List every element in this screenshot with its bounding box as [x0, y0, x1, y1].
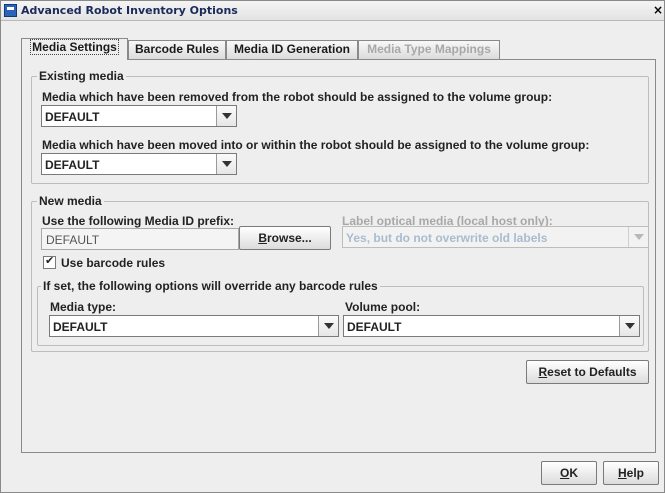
media-id-prefix-value: DEFAULT — [46, 233, 100, 247]
volume-pool-label: Volume pool: — [345, 300, 421, 314]
reset-mnemonic: R — [538, 365, 548, 379]
volume-pool-select[interactable]: DEFAULT — [343, 315, 640, 337]
help-label: elp — [626, 466, 644, 480]
moved-volume-group-value: DEFAULT — [45, 158, 100, 172]
close-icon[interactable]: × — [653, 3, 663, 17]
tab-media-id-generation[interactable]: Media ID Generation — [226, 40, 358, 59]
ok-label: K — [569, 466, 578, 480]
moved-volume-group-select[interactable]: DEFAULT — [41, 153, 237, 175]
app-icon — [4, 4, 17, 17]
ok-mnemonic: O — [559, 466, 570, 480]
override-legend: If set, the following options will overr… — [41, 279, 380, 293]
title-bar[interactable]: Advanced Robot Inventory Options × — [1, 1, 664, 21]
chevron-down-icon — [628, 227, 648, 247]
chevron-down-icon[interactable] — [318, 316, 338, 336]
removed-volume-group-value: DEFAULT — [45, 110, 100, 124]
media-type-label: Media type: — [50, 300, 117, 314]
browse-button[interactable]: Browse... — [239, 226, 331, 250]
window-title: Advanced Robot Inventory Options — [21, 4, 238, 17]
tab-barcode-rules[interactable]: Barcode Rules — [128, 40, 226, 59]
use-barcode-rules-label: Use barcode rules — [61, 256, 166, 270]
use-barcode-rules-checkbox[interactable] — [43, 254, 56, 269]
chevron-down-icon[interactable] — [619, 316, 639, 336]
existing-media-legend: Existing media — [37, 69, 126, 83]
tab-label: Media Settings — [30, 39, 119, 55]
chevron-down-icon[interactable] — [216, 154, 236, 174]
volume-pool-value: DEFAULT — [347, 320, 402, 334]
help-button[interactable]: Help — [603, 461, 659, 485]
new-media-legend: New media — [37, 194, 104, 208]
chevron-down-icon[interactable] — [216, 106, 236, 126]
label-optical-media-value: Yes, but do not overwrite old labels — [346, 231, 548, 245]
moved-media-label: Media which have been moved into or with… — [42, 138, 590, 152]
removed-volume-group-select[interactable]: DEFAULT — [41, 105, 237, 127]
browse-label: rowse... — [266, 231, 312, 245]
dialog-window: Advanced Robot Inventory Options × Media… — [0, 0, 665, 493]
tab-media-type-mappings: Media Type Mappings — [358, 40, 500, 59]
ok-button[interactable]: OK — [541, 461, 597, 485]
media-settings-panel: Existing media Media which have been rem… — [21, 59, 656, 453]
label-optical-media-select: Yes, but do not overwrite old labels — [342, 226, 649, 248]
media-id-prefix-field[interactable]: DEFAULT — [41, 228, 239, 250]
media-type-select[interactable]: DEFAULT — [49, 315, 339, 337]
help-mnemonic: H — [617, 466, 627, 480]
tab-media-settings[interactable]: Media Settings — [21, 38, 128, 60]
reset-to-defaults-button[interactable]: Reset to Defaults — [526, 360, 649, 384]
media-type-value: DEFAULT — [53, 320, 108, 334]
reset-label: eset to Defaults — [547, 365, 637, 379]
media-id-prefix-label: Use the following Media ID prefix: — [42, 214, 235, 228]
removed-media-label: Media which have been removed from the r… — [42, 90, 553, 104]
browse-mnemonic: B — [258, 231, 267, 245]
